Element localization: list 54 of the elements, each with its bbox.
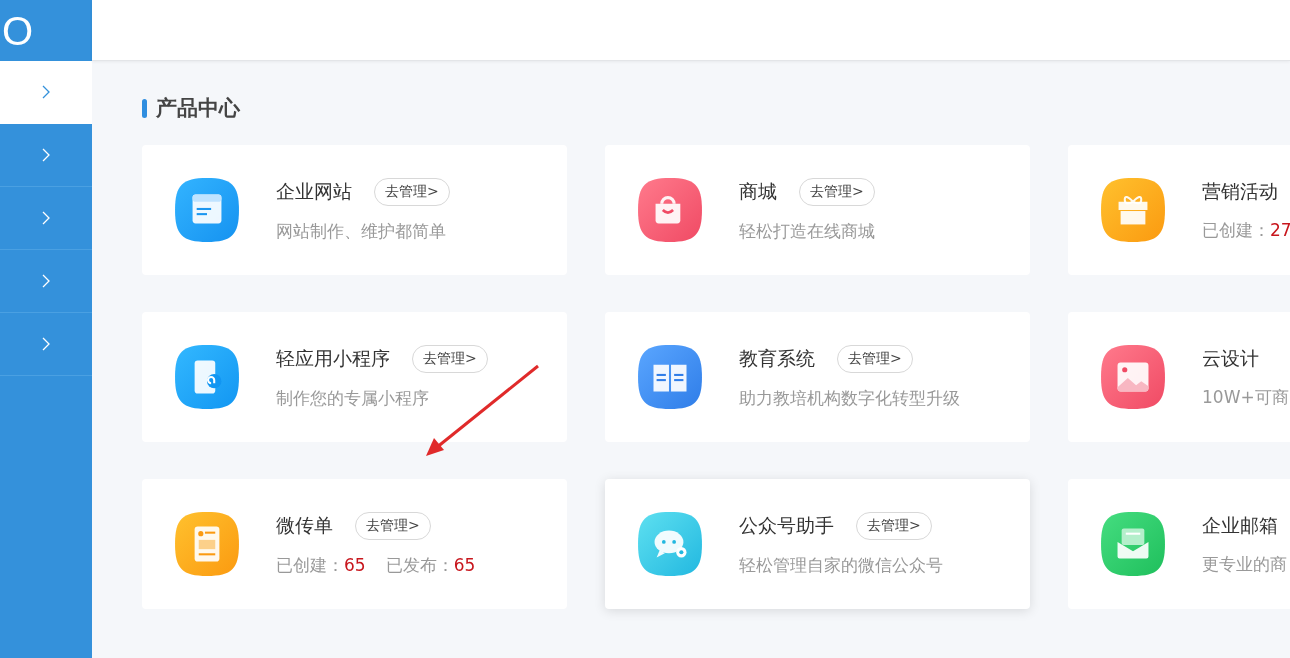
product-title: 商城 xyxy=(739,178,777,204)
stat-value: 27 xyxy=(1270,219,1290,240)
manage-button[interactable]: 去管理> xyxy=(856,511,932,540)
chevron-right-icon xyxy=(42,274,50,288)
product-card[interactable]: 公众号助手 去管理> 轻松管理自家的微信公众号 xyxy=(605,479,1030,609)
product-card[interactable]: 商城 去管理> 轻松打造在线商城 xyxy=(605,145,1030,275)
product-description: 制作您的专属小程序 xyxy=(276,386,430,410)
product-title: 微传单 xyxy=(276,512,333,538)
product-description: 助力教培机构数字化转型升级 xyxy=(739,386,960,410)
stat-label: 已发布： xyxy=(385,554,454,575)
product-card[interactable]: 微传单 去管理> 已创建：65 已发布：65 xyxy=(142,479,567,609)
section-title: 产品中心 xyxy=(156,95,240,122)
product-card[interactable]: 企业网站 去管理> 网站制作、维护都简单 xyxy=(142,145,567,275)
logo-text: O xyxy=(2,10,34,51)
product-description: 轻松管理自家的微信公众号 xyxy=(739,553,943,577)
product-description: 网站制作、维护都简单 xyxy=(276,219,447,243)
stat-value: 65 xyxy=(344,554,366,575)
manage-button[interactable]: 去管理> xyxy=(837,344,913,373)
product-title: 营销活动 xyxy=(1202,178,1278,204)
manage-button[interactable]: 去管理> xyxy=(374,177,450,206)
stat-label: 已创建： xyxy=(1202,219,1270,240)
manage-button[interactable]: 去管理> xyxy=(799,177,875,206)
product-title: 公众号助手 xyxy=(739,512,834,538)
browser-window-icon xyxy=(174,177,240,243)
manage-button[interactable]: 去管理> xyxy=(355,511,431,540)
stat-label: 已创建： xyxy=(276,554,344,575)
product-description: 10W+可商 xyxy=(1202,385,1289,409)
stat-value: 65 xyxy=(453,554,476,575)
section-marker xyxy=(142,98,147,118)
chevron-right-icon xyxy=(42,148,50,162)
product-card[interactable]: 轻应用小程序 去管理> 制作您的专属小程序 xyxy=(142,312,567,442)
product-card[interactable]: 教育系统 去管理> 助力教培机构数字化转型升级 xyxy=(605,312,1030,442)
product-title: 企业邮箱 xyxy=(1202,512,1278,538)
picture-icon xyxy=(1100,344,1166,410)
chat-bubble-icon xyxy=(637,511,703,577)
manage-button[interactable]: 去管理> xyxy=(412,344,488,373)
chevron-right-icon xyxy=(42,337,50,351)
product-card[interactable]: 营销活动 已创建：27 xyxy=(1068,145,1290,275)
product-description: 轻松打造在线商城 xyxy=(739,219,875,243)
product-title: 轻应用小程序 xyxy=(276,345,390,371)
leaflet-icon xyxy=(174,511,240,577)
envelope-icon xyxy=(1100,511,1166,577)
chevron-right-icon xyxy=(42,211,50,225)
product-title: 云设计 xyxy=(1202,345,1259,371)
product-description: 更专业的商 xyxy=(1202,552,1287,576)
product-card[interactable]: 云设计 10W+可商 xyxy=(1068,312,1290,442)
phone-icon xyxy=(174,344,240,410)
shopping-bag-icon xyxy=(637,177,703,243)
gift-icon xyxy=(1100,177,1166,243)
product-title: 企业网站 xyxy=(276,178,352,204)
chevron-right-icon xyxy=(42,85,50,99)
product-card[interactable]: 企业邮箱 更专业的商 xyxy=(1068,479,1290,609)
book-icon xyxy=(637,344,703,410)
product-title: 教育系统 xyxy=(739,345,815,371)
